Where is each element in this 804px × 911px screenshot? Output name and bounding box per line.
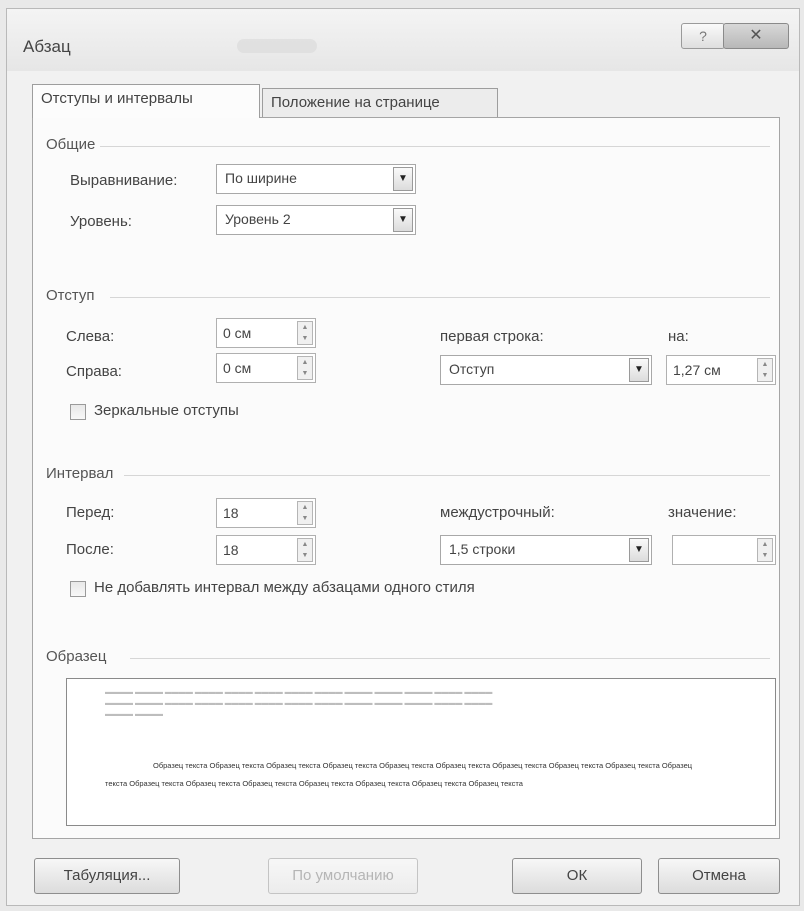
space-before-label: Перед:	[66, 504, 115, 521]
level-value: Уровень 2	[225, 211, 291, 227]
preview-sample-text: Образец текста Образец текста Образец те…	[105, 761, 693, 788]
section-indent-divider	[110, 297, 770, 298]
indent-right-label: Справа:	[66, 363, 122, 380]
title-bar-blur	[237, 39, 317, 53]
space-before-value: 18	[223, 505, 239, 521]
level-select[interactable]: Уровень 2 ▼	[216, 205, 416, 235]
section-preview-divider	[130, 658, 770, 659]
spinner-arrows-icon[interactable]: ▲ ▼	[757, 538, 773, 562]
indent-left-value: 0 см	[223, 325, 252, 341]
preview-previous-paragraph: ▬▬▬▬ ▬▬▬▬ ▬▬▬▬ ▬▬▬▬ ▬▬▬▬ ▬▬▬▬ ▬▬▬▬ ▬▬▬▬ …	[105, 689, 493, 718]
alignment-select[interactable]: По ширине ▼	[216, 164, 416, 194]
help-button[interactable]: ?	[681, 23, 725, 49]
level-label: Уровень:	[70, 213, 132, 230]
set-as-default-button[interactable]: По умолчанию	[268, 858, 418, 894]
indent-right-spinner[interactable]: 0 см ▲ ▼	[216, 353, 316, 383]
chevron-down-icon[interactable]: ▼	[629, 358, 649, 382]
spacing-at-spinner[interactable]: ▲ ▼	[672, 535, 776, 565]
section-preview-label: Образец	[46, 648, 107, 665]
line-spacing-label: междустрочный:	[440, 504, 555, 521]
dialog-title: Абзац	[23, 37, 71, 56]
ok-button[interactable]: ОК	[512, 858, 642, 894]
chevron-down-icon[interactable]: ▼	[629, 538, 649, 562]
help-icon: ?	[699, 28, 707, 44]
section-spacing-label: Интервал	[46, 465, 114, 482]
mirror-indents-checkbox[interactable]	[70, 404, 86, 420]
indent-by-label: на:	[668, 328, 689, 345]
line-spacing-value: 1,5 строки	[449, 541, 516, 557]
no-space-same-style-label[interactable]: Не добавлять интервал между абзацами одн…	[94, 579, 475, 596]
close-icon: ✕	[749, 27, 763, 44]
close-button[interactable]: ✕	[723, 23, 789, 49]
space-after-value: 18	[223, 542, 239, 558]
space-after-label: После:	[66, 541, 114, 558]
section-general-divider	[100, 146, 770, 147]
alignment-value: По ширине	[225, 170, 297, 186]
mirror-indents-label[interactable]: Зеркальные отступы	[94, 402, 239, 419]
spinner-arrows-icon[interactable]: ▲ ▼	[297, 501, 313, 525]
spinner-arrows-icon[interactable]: ▲ ▼	[297, 538, 313, 562]
section-indent-label: Отступ	[46, 287, 95, 304]
title-bar: Абзац ? ✕	[7, 9, 799, 71]
first-line-value: Отступ	[449, 361, 495, 377]
spacing-at-label: значение:	[668, 504, 737, 521]
indent-by-value: 1,27 см	[673, 362, 721, 378]
tab-indents-and-spacing[interactable]: Отступы и интервалы	[32, 84, 260, 118]
indent-right-value: 0 см	[223, 360, 252, 376]
tabs-button[interactable]: Табуляция...	[34, 858, 180, 894]
space-before-spinner[interactable]: 18 ▲ ▼	[216, 498, 316, 528]
spinner-arrows-icon[interactable]: ▲ ▼	[297, 356, 313, 380]
line-spacing-select[interactable]: 1,5 строки ▼	[440, 535, 652, 565]
spinner-arrows-icon[interactable]: ▲ ▼	[297, 321, 313, 345]
first-line-select[interactable]: Отступ ▼	[440, 355, 652, 385]
first-line-label: первая строка:	[440, 328, 544, 345]
section-general-label: Общие	[46, 136, 96, 153]
chevron-down-icon[interactable]: ▼	[393, 167, 413, 191]
indent-left-spinner[interactable]: 0 см ▲ ▼	[216, 318, 316, 348]
tab-line-and-page-breaks[interactable]: Положение на странице	[262, 88, 498, 118]
alignment-label: Выравнивание:	[70, 172, 178, 189]
indent-left-label: Слева:	[66, 328, 115, 345]
cancel-button[interactable]: Отмена	[658, 858, 780, 894]
no-space-same-style-checkbox[interactable]	[70, 581, 86, 597]
indent-by-spinner[interactable]: 1,27 см ▲ ▼	[666, 355, 776, 385]
spinner-arrows-icon[interactable]: ▲ ▼	[757, 358, 773, 382]
space-after-spinner[interactable]: 18 ▲ ▼	[216, 535, 316, 565]
paragraph-preview: ▬▬▬▬ ▬▬▬▬ ▬▬▬▬ ▬▬▬▬ ▬▬▬▬ ▬▬▬▬ ▬▬▬▬ ▬▬▬▬ …	[66, 678, 776, 826]
section-spacing-divider	[124, 475, 770, 476]
chevron-down-icon[interactable]: ▼	[393, 208, 413, 232]
